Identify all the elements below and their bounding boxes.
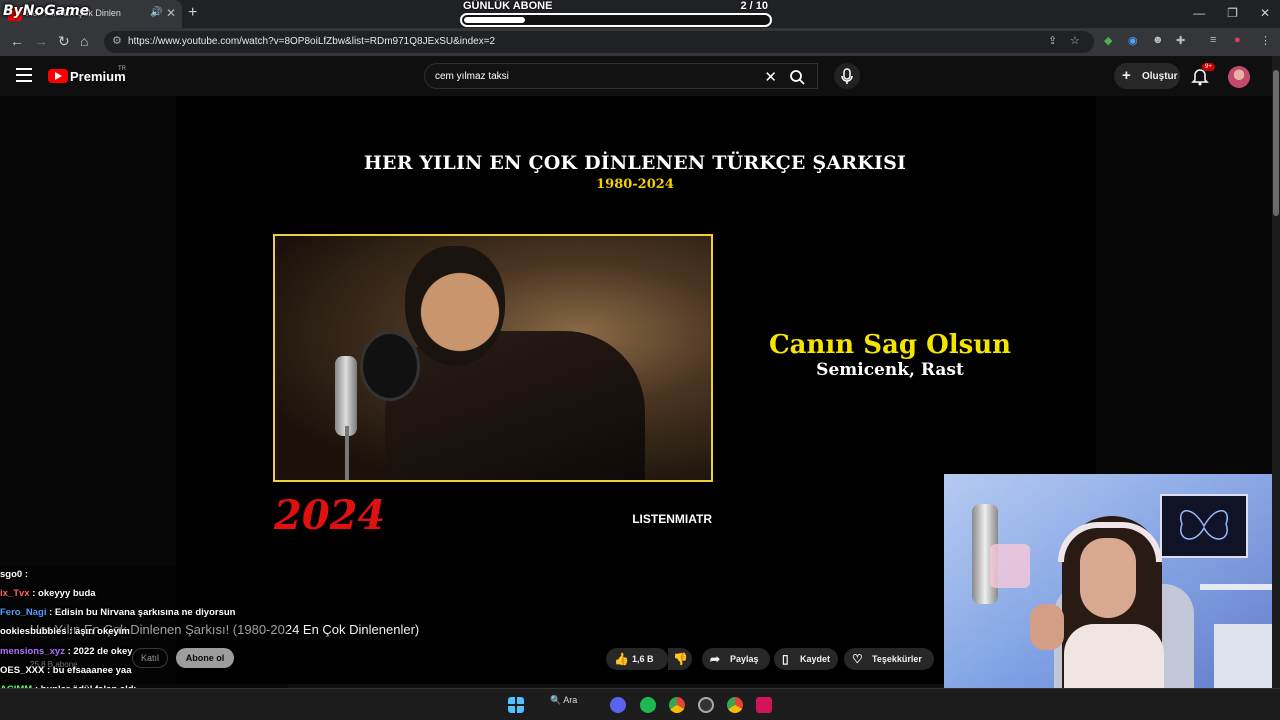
window-controls: — ❐ ✕	[1193, 6, 1270, 20]
song-artist: Semicenk, Rast	[816, 360, 964, 380]
song-title: Canın Sag Olsun	[768, 330, 1012, 360]
streamer-hand	[1030, 604, 1064, 650]
chat-message: sgo0 :	[0, 569, 28, 580]
chat-message: ix_Tvx : okeyyy buda	[0, 588, 96, 599]
scrollbar-thumb[interactable]	[1273, 70, 1279, 216]
window-close-icon[interactable]: ✕	[1260, 6, 1270, 20]
save-button[interactable]: ▯ Kaydet	[774, 648, 838, 670]
extension-wave-icon[interactable]: ◉	[1128, 34, 1138, 47]
plus-icon: +	[1122, 67, 1131, 84]
like-button[interactable]: 👍 1,6 B	[606, 648, 668, 670]
discord-icon[interactable]	[610, 697, 626, 713]
bookmark-star-icon[interactable]: ☆	[1070, 34, 1080, 47]
spotify-icon[interactable]	[640, 697, 656, 713]
site-info-icon[interactable]: ⚙	[112, 34, 122, 47]
mic-light	[990, 544, 1030, 588]
extension-shield-icon[interactable]: ◆	[1104, 34, 1112, 47]
share-button[interactable]: ➦ Paylaş	[702, 648, 770, 670]
back-icon[interactable]: ←	[10, 33, 24, 49]
clear-search-icon[interactable]: ✕	[764, 68, 777, 86]
video-side-panel-right	[1096, 96, 1272, 474]
dislike-button[interactable]: 👎	[668, 648, 692, 670]
goal-progress-bar	[460, 13, 772, 27]
chrome-icon[interactable]	[669, 697, 685, 713]
windows-taskbar: 🔍 Ara	[0, 688, 1280, 720]
taskbar-search-label: Ara	[563, 695, 578, 705]
pop-filter	[360, 331, 420, 401]
profile-icon[interactable]: ●	[1234, 34, 1241, 46]
minimize-icon[interactable]: —	[1193, 6, 1205, 20]
chat-message: OES_XXX : bu efsaaanee yaa	[0, 665, 132, 676]
windows-start-icon[interactable]	[508, 697, 524, 713]
browser-menu-icon[interactable]: ⋮	[1260, 34, 1271, 47]
thanks-heart-icon: ♡	[852, 652, 863, 666]
region-code: TR	[118, 66, 126, 72]
share-icon: ➦	[710, 652, 721, 666]
goal-count: 2 / 10	[740, 0, 768, 12]
thanks-button[interactable]: ♡ Teşekkürler	[844, 648, 934, 670]
search-input[interactable]: cem yılmaz taksi	[435, 71, 509, 82]
browser-tab[interactable]: Her Yılın En Çok Dinlen ByNoGame 🔊 ✕	[0, 0, 182, 28]
taskbar-search-icon: 🔍	[550, 695, 562, 705]
youtube-logo-icon[interactable]	[48, 69, 68, 83]
song-thumbnail-frame	[273, 234, 713, 482]
voice-search-icon[interactable]	[834, 63, 860, 89]
forward-icon[interactable]: →	[34, 33, 48, 49]
search-box[interactable]: cem yılmaz taksi ✕	[424, 63, 818, 89]
chat-message: ookiesbubbles : aşırı okeyim	[0, 626, 130, 637]
shelf	[1200, 584, 1280, 590]
create-button[interactable]: + Oluştur	[1114, 63, 1180, 89]
share-label: Paylaş	[730, 654, 759, 664]
video-years: 1980-2024	[596, 177, 674, 192]
subscriber-goal-widget: GÜNLÜK ABONE 2 / 10	[460, 0, 772, 30]
chrome-active-icon[interactable]	[727, 697, 743, 713]
webcam-overlay	[944, 474, 1280, 720]
new-tab-icon[interactable]: +	[188, 4, 197, 22]
mic-stand	[345, 426, 349, 480]
channel-watermark: LISTENMIATR	[632, 512, 712, 526]
thanks-label: Teşekkürler	[872, 654, 922, 664]
butterfly-art	[1179, 510, 1229, 540]
account-avatar[interactable]	[1228, 66, 1250, 88]
notification-badge: 9+	[1202, 63, 1215, 71]
bookmark-icon: ▯	[782, 652, 789, 666]
chat-message: Fero_Nagi : Edisin bu Nirvana şarkısına …	[0, 607, 236, 618]
studio-microphone	[335, 356, 357, 436]
create-label: Oluştur	[1142, 71, 1178, 82]
steam-icon[interactable]	[698, 697, 714, 713]
singer-head	[405, 246, 505, 366]
stream-chat-overlay: sgo0 : ix_Tvx : okeyyy buda Fero_Nagi : …	[0, 566, 288, 700]
address-bar[interactable]: ⚙ https://www.youtube.com/watch?v=8OP8oi…	[104, 31, 1094, 53]
search-icon[interactable]	[785, 68, 809, 86]
chat-message: mensions_xyz : 2022 de okey	[0, 646, 133, 657]
home-icon[interactable]: ⌂	[80, 33, 88, 49]
extensions-puzzle-icon[interactable]: ✚	[1176, 34, 1185, 47]
youtube-header: Premium TR cem yılmaz taksi ✕ + Oluştur …	[0, 56, 1280, 96]
url-text: https://www.youtube.com/watch?v=8OP8oiLf…	[128, 36, 496, 47]
like-count: 1,6 B	[632, 654, 654, 664]
video-heading: HER YILIN EN ÇOK DİNLENEN TÜRKÇE ŞARKISI	[363, 152, 907, 174]
tab-audio-icon[interactable]: 🔊	[150, 7, 162, 18]
maximize-icon[interactable]: ❐	[1227, 6, 1238, 20]
tab-close-icon[interactable]: ✕	[166, 6, 176, 20]
extension-face-icon[interactable]: ☻	[1152, 34, 1164, 46]
thumbs-up-icon: 👍	[614, 652, 629, 666]
media-control-icon[interactable]: ≡	[1210, 34, 1216, 46]
install-app-icon[interactable]: ⇪	[1048, 34, 1057, 47]
save-label: Kaydet	[800, 654, 831, 664]
song-year: 2024	[274, 492, 386, 539]
goal-progress-fill	[464, 17, 525, 23]
goal-label: GÜNLÜK ABONE	[463, 0, 553, 12]
stream-logo-overlay: ByNoGame	[3, 3, 90, 19]
taskbar-search[interactable]: 🔍 Ara	[550, 695, 590, 715]
menu-icon[interactable]	[16, 68, 32, 82]
browser-toolbar: ← → ↻ ⌂ ⚙ https://www.youtube.com/watch?…	[0, 28, 1280, 56]
thumbs-down-icon: 👎	[673, 652, 688, 666]
reload-icon[interactable]: ↻	[58, 33, 70, 50]
app-icon[interactable]	[756, 697, 772, 713]
